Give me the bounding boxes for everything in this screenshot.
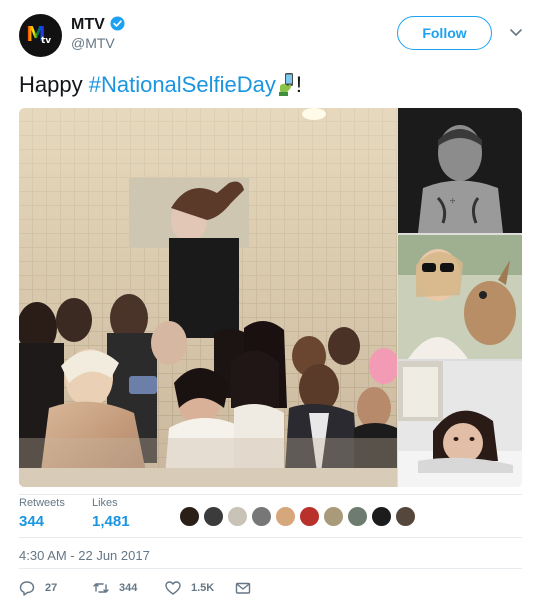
direct-message-action[interactable] <box>235 577 251 599</box>
retweet-icon <box>93 583 109 593</box>
selfie-photo-2[interactable]: ☩ <box>398 108 522 233</box>
tweet-text: Happy #NationalSelfieDay ! <box>19 70 302 100</box>
retweet-action[interactable]: 344 <box>93 577 137 599</box>
retweets-label: Retweets <box>19 497 65 509</box>
liker-avatar[interactable] <box>203 506 224 527</box>
liker-avatar[interactable] <box>299 506 320 527</box>
reply-action[interactable]: 27 <box>19 577 57 599</box>
envelope-icon <box>235 582 251 594</box>
group-selfie-photo[interactable] <box>19 108 397 487</box>
likes-value: 1,481 <box>92 513 130 530</box>
retweets-value: 344 <box>19 513 45 530</box>
account-name[interactable]: MTV <box>71 16 105 34</box>
liker-avatar[interactable] <box>275 506 296 527</box>
selfie-photo-3[interactable] <box>398 235 522 359</box>
like-count: 1.5K <box>191 582 215 594</box>
divider-top <box>19 494 522 495</box>
chevron-down-icon[interactable] <box>508 24 524 40</box>
media-grid[interactable]: ☩ <box>19 108 522 487</box>
tweet-timestamp[interactable]: 4:30 AM - 22 Jun 2017 <box>19 548 150 563</box>
mtv-logo-tv-mark: tv <box>41 36 52 46</box>
liker-avatar[interactable] <box>371 506 392 527</box>
likes-stat[interactable]: Likes 1,481 <box>92 497 130 530</box>
like-action[interactable]: 1.5K <box>165 577 214 599</box>
reply-count: 27 <box>45 582 58 594</box>
reply-icon <box>19 581 35 596</box>
liker-avatar[interactable] <box>179 506 200 527</box>
avatar[interactable]: M tv <box>19 14 62 57</box>
tweet-header: M tv MTV @MTV Follow <box>0 0 535 60</box>
hashtag-link[interactable]: #NationalSelfieDay <box>89 72 276 97</box>
likes-label: Likes <box>92 497 118 509</box>
retweets-stat[interactable]: Retweets 344 <box>19 497 65 530</box>
liker-avatar[interactable] <box>323 506 344 527</box>
svg-text:☩: ☩ <box>450 198 455 205</box>
retweet-count: 344 <box>119 582 138 594</box>
liker-avatar[interactable] <box>347 506 368 527</box>
follow-button[interactable]: Follow <box>397 16 492 50</box>
verified-badge-icon <box>110 16 125 31</box>
liker-avatar[interactable] <box>227 506 248 527</box>
tweet-text-prefix: Happy <box>19 72 89 97</box>
selfie-emoji-icon <box>278 73 293 96</box>
tweet-text-suffix: ! <box>295 72 302 97</box>
divider-middle <box>19 537 522 538</box>
divider-bottom <box>19 568 522 569</box>
selfie-photo-4[interactable] <box>398 361 522 487</box>
liker-avatar[interactable] <box>395 506 416 527</box>
heart-icon <box>165 581 181 595</box>
liker-avatar[interactable] <box>251 506 272 527</box>
account-handle[interactable]: @MTV <box>71 35 115 51</box>
